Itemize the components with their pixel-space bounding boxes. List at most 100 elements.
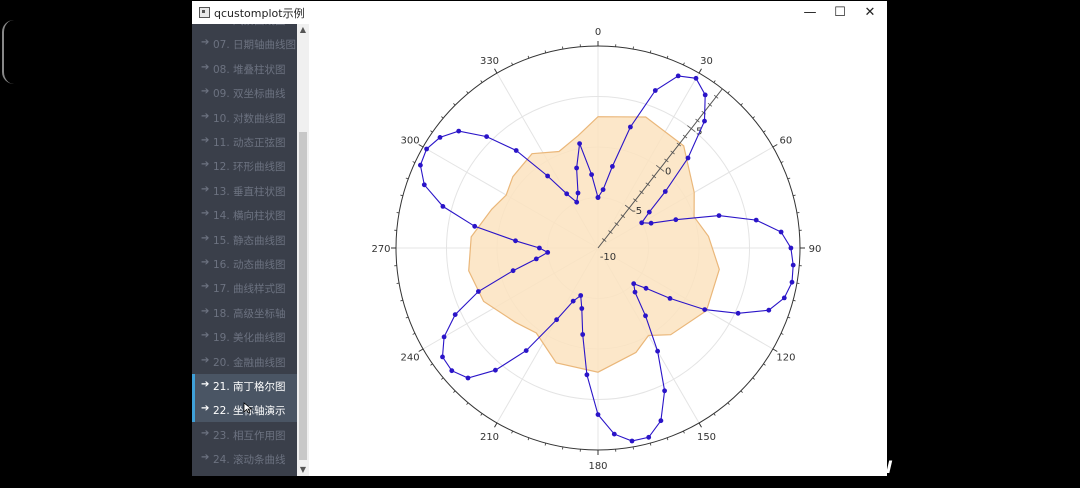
arrow-right-icon: ➔: [201, 37, 210, 49]
petal-data-point: [610, 164, 615, 169]
sidebar-item-label: 09. 双坐标曲线: [213, 88, 286, 101]
petal-data-point: [441, 334, 447, 340]
petal-data-point: [611, 431, 617, 437]
area-series: [468, 116, 720, 373]
sidebar-item[interactable]: ➔ 21. 南丁格尔图: [192, 374, 297, 398]
arrow-right-icon: ➔: [201, 452, 210, 464]
sidebar-item-label: 08. 堆叠柱状图: [213, 63, 286, 76]
angular-minor-tick: [466, 402, 469, 405]
maximize-icon: ☐: [834, 5, 846, 20]
petal-data-point: [472, 223, 478, 229]
minimize-button[interactable]: —: [796, 3, 824, 23]
petal-data-point: [545, 250, 551, 255]
angular-tick-label: 240: [401, 353, 420, 364]
sidebar-item[interactable]: ➔ 12. 环形曲线图: [192, 154, 297, 178]
chevron-up-icon[interactable]: ▲: [297, 24, 309, 36]
arrow-right-icon: ➔: [201, 86, 210, 98]
angular-tick: [494, 68, 498, 74]
sidebar-item[interactable]: ➔ 15. 静态曲线图: [192, 228, 297, 252]
petal-data-point: [513, 238, 518, 244]
petal-data-point: [667, 296, 673, 301]
sidebar-item[interactable]: ➔ 18. 高级坐标轴: [192, 301, 297, 325]
sidebar-item[interactable]: ➔ 13. 垂直柱状图: [192, 179, 297, 203]
angular-tick-label: 330: [480, 56, 499, 67]
polar-chart[interactable]: 0306090120150180210240270300330-10-505: [309, 24, 887, 476]
arrow-right-icon: ➔: [201, 427, 210, 439]
angular-tick: [698, 422, 702, 428]
sidebar-item-label: 19. 美化曲线图: [213, 332, 286, 345]
petal-data-point: [421, 182, 427, 188]
sidebar-item-label: 06. 风景曲线图: [213, 24, 286, 28]
sidebar-item[interactable]: ➔06. 风景曲线图: [192, 24, 297, 32]
angular-minor-tick: [453, 390, 456, 393]
petal-data-point: [652, 88, 658, 93]
sidebar-item-label: 18. 高级坐标轴: [213, 307, 286, 320]
sidebar-item[interactable]: ➔ 11. 动态正弦图: [192, 130, 297, 154]
sidebar-item[interactable]: ➔ 07. 日期轴曲线图: [192, 32, 297, 56]
angular-minor-tick: [441, 116, 444, 119]
arrow-right-icon: ➔: [201, 159, 210, 171]
petal-data-point: [675, 73, 681, 79]
petal-data-point: [781, 295, 787, 301]
chevron-down-icon[interactable]: ▼: [297, 464, 309, 476]
sidebar-scrollbar[interactable]: ▲ ▼: [297, 24, 309, 476]
arrow-right-icon: ➔: [201, 257, 210, 268]
sidebar-item[interactable]: ➔ 09. 双坐标曲线: [192, 81, 297, 105]
petal-data-point: [595, 412, 601, 417]
sidebar-item-label: 14. 横向柱状图: [213, 210, 286, 223]
sidebar-item[interactable]: ➔ 08. 堆叠柱状图: [192, 57, 297, 81]
petal-data-point: [646, 209, 652, 215]
arrow-right-icon: ➔: [201, 110, 210, 122]
close-icon: ✕: [864, 5, 876, 20]
angular-minor-tick: [787, 316, 791, 319]
arrow-right-icon: ➔: [201, 403, 210, 415]
petal-data-point: [449, 368, 455, 374]
close-button[interactable]: ✕: [856, 3, 884, 23]
angular-minor-tick: [763, 363, 766, 366]
angular-tick-label: 150: [697, 432, 716, 443]
petal-data-point: [418, 162, 423, 168]
petal-data-point: [716, 213, 722, 219]
petal-data-point: [702, 118, 707, 124]
petal-data-point: [570, 298, 576, 304]
sidebar-item[interactable]: ➔ 19. 美化曲线图: [192, 325, 297, 349]
petal-data-point: [655, 348, 660, 354]
sidebar-item[interactable]: ➔ 17. 曲线样式图: [192, 276, 297, 300]
sidebar-item-label: 15. 静态曲线图: [213, 234, 286, 247]
title-bar: qcustomplot示例 — ☐ ✕: [192, 1, 887, 24]
sidebar-item-label: 07. 日期轴曲线图: [213, 39, 297, 52]
petal-data-point: [545, 173, 550, 179]
sidebar-item[interactable]: ➔ 23. 相互作用图: [192, 423, 297, 447]
sidebar-item-label: 16. 动态曲线图: [213, 259, 286, 271]
petal-data-point: [452, 312, 458, 317]
petal-data-point: [662, 189, 668, 194]
scroll-thumb[interactable]: [299, 132, 307, 460]
sidebar-item[interactable]: ➔ 20. 金融曲线图: [192, 350, 297, 374]
petal-data-point: [595, 195, 601, 200]
petal-data-point: [673, 217, 679, 223]
angular-minor-tick: [740, 390, 743, 393]
sidebar-item-label: 20. 金融曲线图: [213, 356, 286, 369]
window-title: qcustomplot示例: [214, 7, 305, 20]
angular-minor-tick: [752, 116, 755, 119]
angular-minor-tick: [780, 333, 784, 335]
petal-data-point: [579, 306, 585, 311]
sidebar-item[interactable]: ➔ 14. 横向柱状图: [192, 203, 297, 227]
sidebar-item[interactable]: ➔ 24. 滚动条曲线: [192, 447, 297, 471]
polar-plot[interactable]: 0 30 60 90 120 150 180 210 240 270 300 330 -10 -5 0 5: [309, 24, 887, 476]
petal-data-point: [648, 220, 654, 226]
sidebar-item-label: 10. 对数曲线图: [213, 112, 286, 125]
radial-tick: [687, 125, 696, 133]
petal-data-point: [513, 148, 519, 153]
petal-data-point: [790, 262, 796, 268]
petal-data-point: [702, 307, 708, 312]
angular-minor-tick: [527, 55, 530, 59]
sidebar-item-label: 13. 垂直柱状图: [213, 185, 286, 198]
angular-minor-tick: [727, 91, 730, 94]
angular-minor-tick: [527, 437, 530, 441]
petal-data-point: [574, 199, 580, 205]
sidebar-item[interactable]: ➔ 10. 对数曲线图: [192, 106, 297, 130]
angular-tick: [772, 144, 778, 148]
sidebar-item[interactable]: ➔ 16. 动态曲线图: [192, 252, 297, 276]
maximize-button[interactable]: ☐: [826, 3, 854, 23]
